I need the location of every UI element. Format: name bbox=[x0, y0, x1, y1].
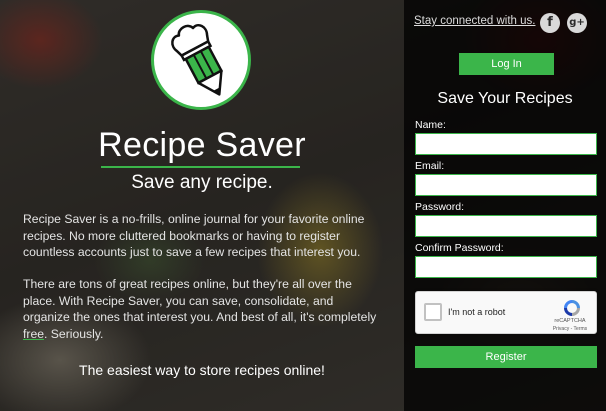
confirm-password-field[interactable] bbox=[415, 256, 597, 278]
recaptcha-links[interactable]: Privacy - Terms bbox=[544, 326, 596, 332]
facebook-icon[interactable]: f bbox=[540, 13, 560, 33]
email-label: Email: bbox=[415, 160, 445, 172]
tagline: The easiest way to store recipes online! bbox=[79, 362, 325, 378]
recaptcha-brand: reCAPTCHA bbox=[554, 318, 586, 324]
app-title: Recipe Saver bbox=[98, 126, 306, 164]
description-text-end: . Seriously. bbox=[44, 326, 104, 341]
pencil-chef-hat-icon bbox=[171, 24, 224, 96]
description-paragraph-2: There are tons of great recipes online, … bbox=[23, 276, 383, 342]
confirm-password-label: Confirm Password: bbox=[415, 242, 504, 254]
google-plus-icon[interactable]: g+ bbox=[567, 13, 587, 33]
form-title: Save Your Recipes bbox=[437, 90, 573, 107]
description-text: There are tons of great recipes online, … bbox=[23, 277, 377, 324]
free-link[interactable]: free bbox=[23, 327, 44, 341]
login-button[interactable]: Log In bbox=[459, 53, 554, 75]
name-label: Name: bbox=[415, 119, 446, 131]
title-underline bbox=[101, 166, 300, 168]
stay-connected-link[interactable]: Stay connected with us. bbox=[414, 15, 535, 27]
password-label: Password: bbox=[415, 201, 465, 213]
email-field[interactable] bbox=[415, 174, 597, 196]
password-field[interactable] bbox=[415, 215, 597, 237]
hero-subtitle: Save any recipe. bbox=[131, 172, 273, 193]
name-field[interactable] bbox=[415, 133, 597, 155]
description-paragraph-1: Recipe Saver is a no-frills, online jour… bbox=[23, 212, 365, 259]
logo bbox=[151, 10, 251, 110]
recaptcha-label: I'm not a robot bbox=[448, 307, 506, 317]
recaptcha-widget: I'm not a robot reCAPTCHA Privacy - Term… bbox=[415, 291, 597, 334]
register-button[interactable]: Register bbox=[415, 346, 597, 368]
recaptcha-icon bbox=[564, 300, 580, 316]
recaptcha-checkbox[interactable] bbox=[424, 303, 442, 321]
